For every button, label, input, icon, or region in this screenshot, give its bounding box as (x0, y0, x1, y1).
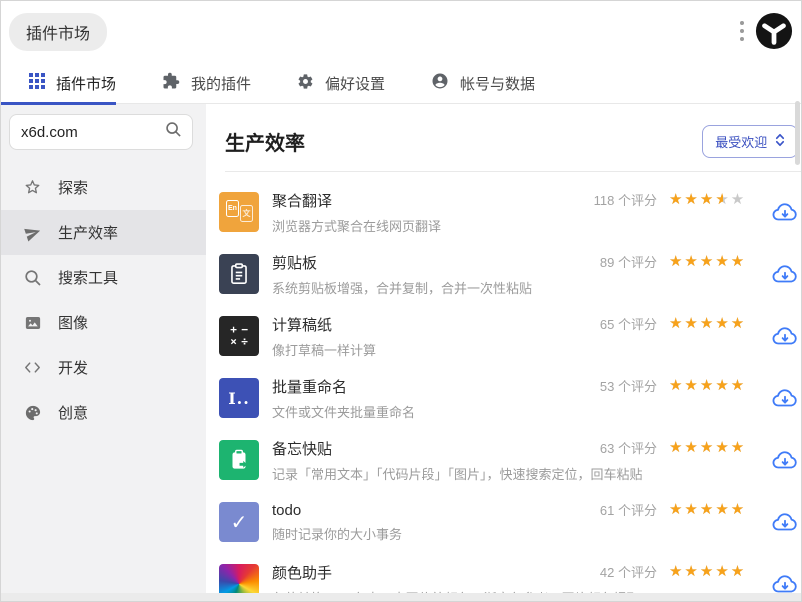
sidebar-item-label: 探索 (58, 180, 89, 197)
window-bottom-edge (1, 593, 801, 601)
star-rating: ★★★★★★★★★★ (668, 377, 747, 394)
tab-label: 插件市场 (56, 75, 117, 93)
download-button[interactable] (772, 449, 798, 472)
translate-icon: En 文 (219, 192, 259, 232)
image-icon (23, 313, 42, 332)
plugin-name: 备忘快贴 (272, 440, 333, 458)
tab-preferences[interactable]: 偏好设置 (297, 63, 385, 103)
plugin-name: todo (272, 501, 302, 519)
plugin-description: 浏览器方式聚合在线网页翻译 (272, 218, 442, 234)
topbar: 插件市场 (1, 1, 801, 63)
plugin-row[interactable]: I.. 批量重命名 文件或文件夹批量重命名 53 个评分 ★★★★★ ★★★★★ (206, 367, 801, 429)
math-icon: + − × ÷ (219, 316, 259, 356)
star-rating: ★★★★★★★★★★ (668, 439, 747, 456)
sidebar-item-label: 搜索工具 (58, 270, 119, 287)
tab-label: 偏好设置 (325, 75, 386, 93)
download-button[interactable] (772, 263, 798, 286)
rating-count: 118 个评分 (593, 193, 657, 208)
plugin-list: En文 聚合翻译 浏览器方式聚合在线网页翻译 118 个评分 ★★★★★★★★★… (206, 172, 801, 601)
plugin-market-window: 插件市场 插件市场 我的插件 偏好设置 帐号与数据 x6d.com 探索 生产效… (0, 0, 802, 602)
sidebar-item-label: 生产效率 (58, 225, 119, 242)
chevron-up-down-icon (775, 132, 785, 151)
rating-count: 89 个评分 (599, 255, 657, 270)
magnifier-icon (23, 268, 42, 287)
star-icon (23, 178, 42, 197)
star-rating: ★★★★★★★★★★ (668, 253, 747, 270)
tab-label: 帐号与数据 (460, 75, 536, 93)
grid-icon (29, 73, 45, 93)
plugin-name: 批量重命名 (272, 378, 348, 396)
star-rating: ★★★★★★★★★★ (668, 563, 747, 580)
sidebar-item-label: 图像 (58, 315, 89, 332)
memo-icon (219, 440, 259, 480)
tab-label: 我的插件 (191, 75, 252, 93)
rating-count: 65 个评分 (599, 317, 657, 332)
tab-plugin-market[interactable]: 插件市场 (29, 63, 116, 103)
sidebar-search (9, 114, 193, 150)
sort-dropdown[interactable]: 最受欢迎 (702, 125, 799, 158)
plugin-row[interactable]: ✓ todo 随时记录你的大小事务 61 个评分 ★★★★★ ★★★★★ (206, 491, 801, 553)
active-tab-underline (1, 102, 116, 105)
category-nav: 探索 生产效率 搜索工具 图像 开发 创意 (1, 165, 206, 435)
plugin-description: 系统剪贴板增强，合并复制，合并一次性粘贴 (272, 280, 533, 296)
plugin-description: 文件或文件夹批量重命名 (272, 404, 416, 420)
page-title: 生产效率 (225, 133, 305, 155)
plugin-row[interactable]: En文 聚合翻译 浏览器方式聚合在线网页翻译 118 个评分 ★★★★★★★★★… (206, 181, 801, 243)
sidebar: 探索 生产效率 搜索工具 (1, 104, 206, 593)
window-title-badge: 插件市场 (9, 13, 108, 51)
search-input[interactable] (21, 123, 165, 141)
plugin-row[interactable]: 备忘快贴 记录「常用文本」「代码片段」「图片」，快速搜索定位，回车粘贴 63 个… (206, 429, 801, 491)
sidebar-item-label: 开发 (58, 360, 89, 377)
scrollbar-thumb[interactable] (795, 101, 800, 165)
gear-icon (297, 73, 314, 94)
rating-count: 53 个评分 (599, 379, 657, 394)
check-icon: ✓ (219, 502, 259, 542)
clipboard-icon (219, 254, 259, 294)
plugin-description: 像打草稿一样计算 (272, 342, 377, 358)
plugin-row[interactable]: + − × ÷ 计算稿纸 像打草稿一样计算 65 个评分 ★★★★★ ★★★★★ (206, 305, 801, 367)
sidebar-item-explore[interactable]: 探索 (1, 165, 206, 210)
plugin-description: 随时记录你的大小事务 (272, 526, 403, 542)
star-rating: ★★★★★★★★★★ (668, 315, 747, 332)
plugin-name: 聚合翻译 (272, 192, 333, 210)
plugin-row[interactable]: 剪贴板 系统剪贴板增强，合并复制，合并一次性粘贴 89 个评分 ★★★★★ ★★★… (206, 243, 801, 305)
palette-icon (23, 403, 42, 422)
sidebar-item-development[interactable]: 开发 (1, 345, 206, 390)
sidebar-item-search-tools[interactable]: 搜索工具 (1, 255, 206, 300)
download-button[interactable] (772, 387, 798, 410)
sidebar-item-label: 创意 (58, 405, 89, 422)
account-icon (431, 72, 449, 94)
plugin-name: 计算稿纸 (272, 316, 333, 334)
tab-my-plugins[interactable]: 我的插件 (162, 63, 251, 103)
tab-bar: 插件市场 我的插件 偏好设置 帐号与数据 (1, 63, 801, 105)
plugin-name: 剪贴板 (272, 254, 318, 272)
download-button[interactable] (772, 201, 798, 224)
main-content: 生产效率 最受欢迎 En 文 聚合翻译 浏览器方式聚合在线网页翻译 118 个评… (206, 104, 801, 601)
sidebar-item-images[interactable]: 图像 (1, 300, 206, 345)
star-rating: ★★★★★★★★★★ (668, 501, 747, 518)
paper-plane-icon (23, 223, 42, 242)
sort-dropdown-label: 最受欢迎 (715, 135, 768, 150)
kebab-menu-icon[interactable] (736, 17, 748, 45)
sidebar-item-creative[interactable]: 创意 (1, 390, 206, 435)
download-button[interactable] (772, 325, 798, 348)
tab-account-data[interactable]: 帐号与数据 (431, 63, 535, 103)
code-icon (23, 358, 42, 377)
rating-count: 61 个评分 (599, 503, 657, 518)
rename-icon: I.. (219, 378, 259, 418)
plugin-name: 颜色助手 (272, 564, 333, 582)
sidebar-item-productivity[interactable]: 生产效率 (1, 210, 206, 255)
rating-count: 63 个评分 (599, 441, 657, 456)
star-rating: ★★★★★★★★★★ (668, 191, 747, 208)
plugin-description: 记录「常用文本」「代码片段」「图片」，快速搜索定位，回车粘贴 (272, 466, 643, 482)
search-icon[interactable] (165, 121, 182, 143)
download-button[interactable] (772, 511, 798, 534)
puzzle-icon (162, 72, 180, 94)
utools-logo-icon[interactable] (755, 12, 793, 50)
rating-count: 42 个评分 (599, 565, 657, 580)
